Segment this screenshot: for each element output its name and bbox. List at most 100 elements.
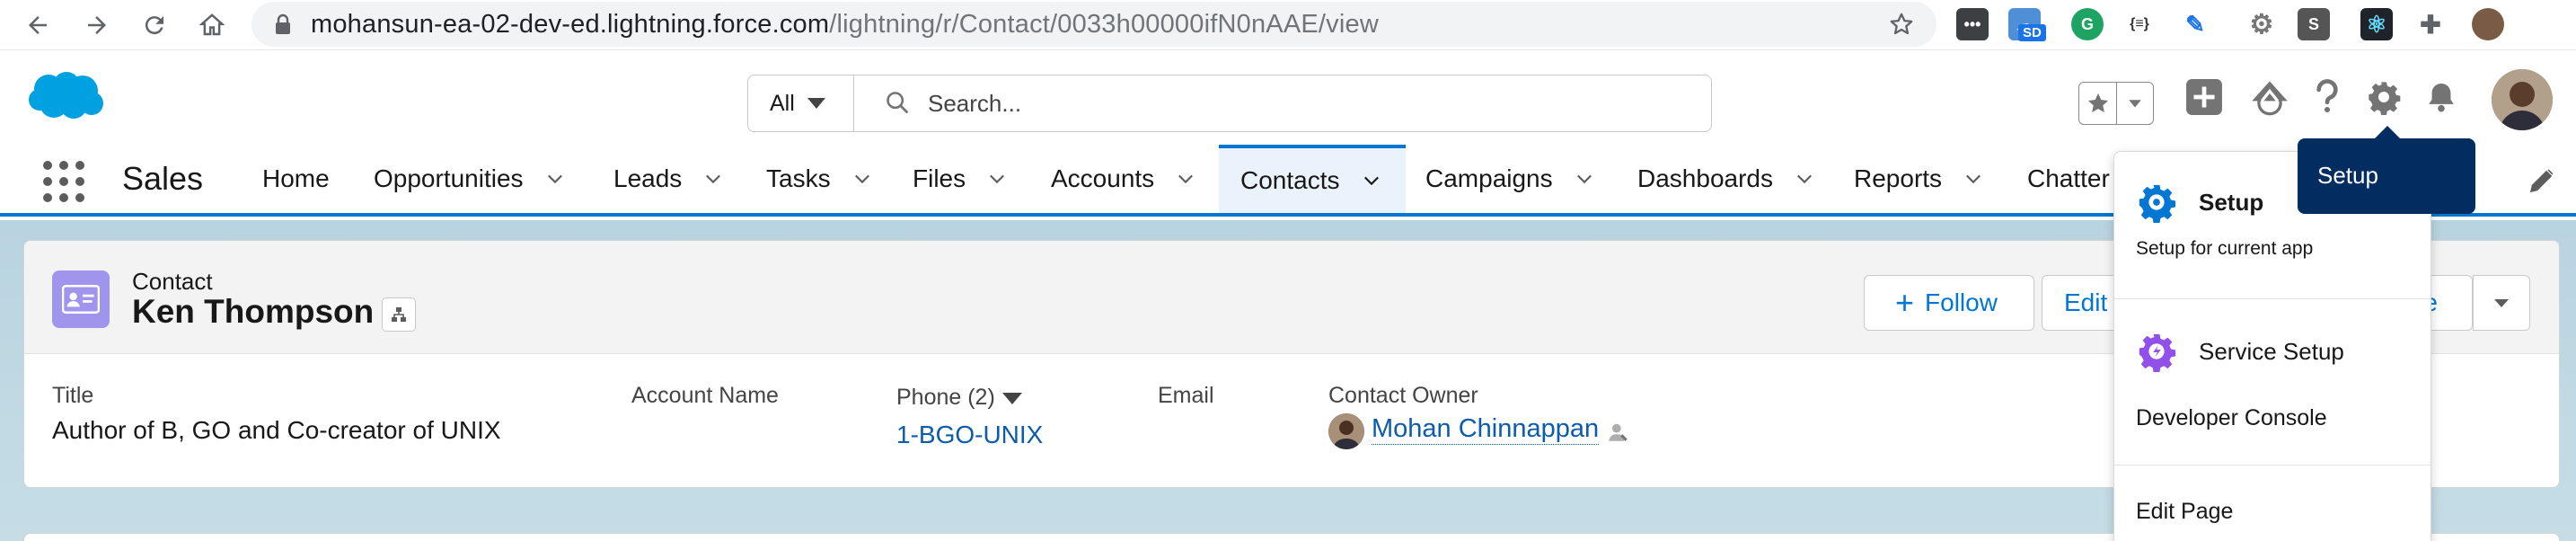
caret-down-icon [2494,299,2509,307]
chevron-down-icon[interactable] [1576,171,1592,187]
follow-button[interactable]: + Follow [1864,275,2034,331]
tab-reports[interactable]: Reports [1854,145,1981,213]
tab-dashboards[interactable]: Dashboards [1637,145,1813,213]
app-name: Sales [122,160,204,197]
search-input[interactable] [928,75,1700,131]
menu-divider [2114,465,2430,466]
forward-arrow-icon[interactable] [77,5,117,45]
phone-label-dropdown[interactable]: Phone (2) [896,385,1022,411]
grammarly-icon[interactable]: G [2071,8,2104,40]
react-devtools-icon[interactable]: ⚛ [2360,8,2393,40]
extension-brackets-label: {≡} [2130,16,2149,31]
favorites-list-button[interactable] [2116,83,2153,124]
record-name: Ken Thompson [132,293,375,330]
setup-menu-subtitle: Setup for current app [2136,238,2314,259]
phone-link[interactable]: 1-BGO-UNIX [896,421,1043,449]
tab-tasks[interactable]: Tasks [766,145,870,213]
extension-s-icon[interactable]: S [2298,8,2330,40]
extension-brackets-icon[interactable]: {≡} [2123,8,2156,40]
tab-opportunities[interactable]: Opportunities [374,145,563,213]
caret-down-icon [807,98,825,109]
gear-icon [2369,82,2401,115]
contact-owner-label: Contact Owner [1328,383,1478,408]
extension-gear-icon[interactable]: ⚙ [2245,8,2278,40]
global-search: All [747,75,1712,132]
tab-label: Home [262,164,330,192]
contact-card-icon [52,270,110,328]
extension-badge: SD [2018,24,2046,41]
chevron-down-icon[interactable] [1965,171,1981,187]
favorites-star-button[interactable] [2079,83,2116,124]
url-text: mohansun-ea-02-dev-ed.lightning.force.co… [311,10,1379,40]
extension-dots-icon[interactable]: ••• [1956,8,1989,40]
back-arrow-icon[interactable] [18,5,57,45]
user-avatar[interactable] [2492,69,2553,130]
chevron-down-icon[interactable] [1363,173,1380,189]
extensions-puzzle-icon[interactable]: ✚ [2414,8,2447,40]
trailhead-icon [2252,81,2288,116]
lock-icon[interactable] [273,13,293,35]
tab-leads[interactable]: Leads [613,145,721,213]
tab-accounts[interactable]: Accounts [1051,145,1194,213]
home-icon[interactable] [192,5,232,45]
record-type-label: Contact [132,268,213,295]
service-setup-menu-item[interactable]: Service Setup [2114,326,2430,377]
address-bar[interactable]: mohansun-ea-02-dev-ed.lightning.force.co… [251,2,1936,47]
chevron-down-icon[interactable] [547,171,563,187]
reload-icon[interactable] [135,5,174,45]
follow-button-label: Follow [1925,288,1998,316]
tab-campaigns[interactable]: Campaigns [1425,145,1592,213]
notifications-button[interactable] [2422,75,2461,120]
change-owner-icon[interactable] [1607,421,1630,444]
edit-page-menu-item[interactable]: Edit Page [2136,499,2233,525]
help-button[interactable] [2308,75,2346,120]
trailhead-button[interactable] [2247,75,2292,120]
extension-s-label: S [2307,14,2319,33]
hierarchy-button[interactable] [382,297,416,332]
title-label: Title [52,383,94,408]
contact-owner-link[interactable]: Mohan Chinnappan [1372,414,1600,445]
browser-toolbar: mohansun-ea-02-dev-ed.lightning.force.co… [0,0,2576,50]
setup-gear-button[interactable] [2364,75,2404,120]
chevron-down-icon[interactable] [1178,171,1194,187]
tab-label: Campaigns [1425,164,1553,192]
tab-files[interactable]: Files [913,145,1005,213]
bookmark-star-icon[interactable] [1888,11,1915,38]
salesforce-logo[interactable] [27,69,104,123]
edit-button-label: Edit [2064,288,2108,316]
chevron-down-icon[interactable] [854,171,870,187]
search-scope-dropdown[interactable]: All [748,75,854,131]
account-name-label: Account Name [631,383,779,408]
star-icon [2087,93,2108,113]
bell-icon [2429,83,2454,112]
edit-nav-pencil-icon[interactable] [2527,166,2556,195]
setup-tooltip: Setup [2298,126,2475,214]
tab-label: Opportunities [374,164,524,192]
global-actions-button[interactable] [2183,75,2226,120]
tab-home[interactable]: Home [262,145,330,213]
url-host: mohansun-ea-02-dev-ed.lightning.force.co… [311,10,830,39]
owner-avatar [1328,413,1364,449]
search-icon [887,92,908,113]
menu-divider [2114,298,2430,299]
tab-label: Tasks [766,164,831,192]
tab-contacts[interactable]: Contacts [1219,145,1406,213]
global-header: All [0,51,2576,145]
caret-down-icon [1001,392,1022,404]
extension-feather-icon[interactable]: ✎ [2179,8,2211,40]
app-launcher-icon[interactable] [43,161,84,202]
tab-chatter[interactable]: Chatter [2027,145,2110,213]
chevron-down-icon[interactable] [989,171,1005,187]
more-actions-button[interactable] [2473,275,2530,331]
setup-gear-icon [2139,184,2176,223]
developer-console-menu-item[interactable]: Developer Console [2136,405,2327,431]
url-path: /lightning/r/Contact/0033h00000ifN0nAAE/… [829,10,1379,39]
chevron-down-icon[interactable] [705,171,721,187]
tab-label: Files [913,164,966,192]
help-icon [2316,79,2338,113]
chevron-down-icon[interactable] [1796,171,1813,187]
service-setup-gear-icon [2139,333,2176,372]
tab-label: Chatter [2027,164,2110,192]
tab-label: Contacts [1240,166,1340,194]
browser-profile-avatar[interactable] [2472,8,2504,40]
